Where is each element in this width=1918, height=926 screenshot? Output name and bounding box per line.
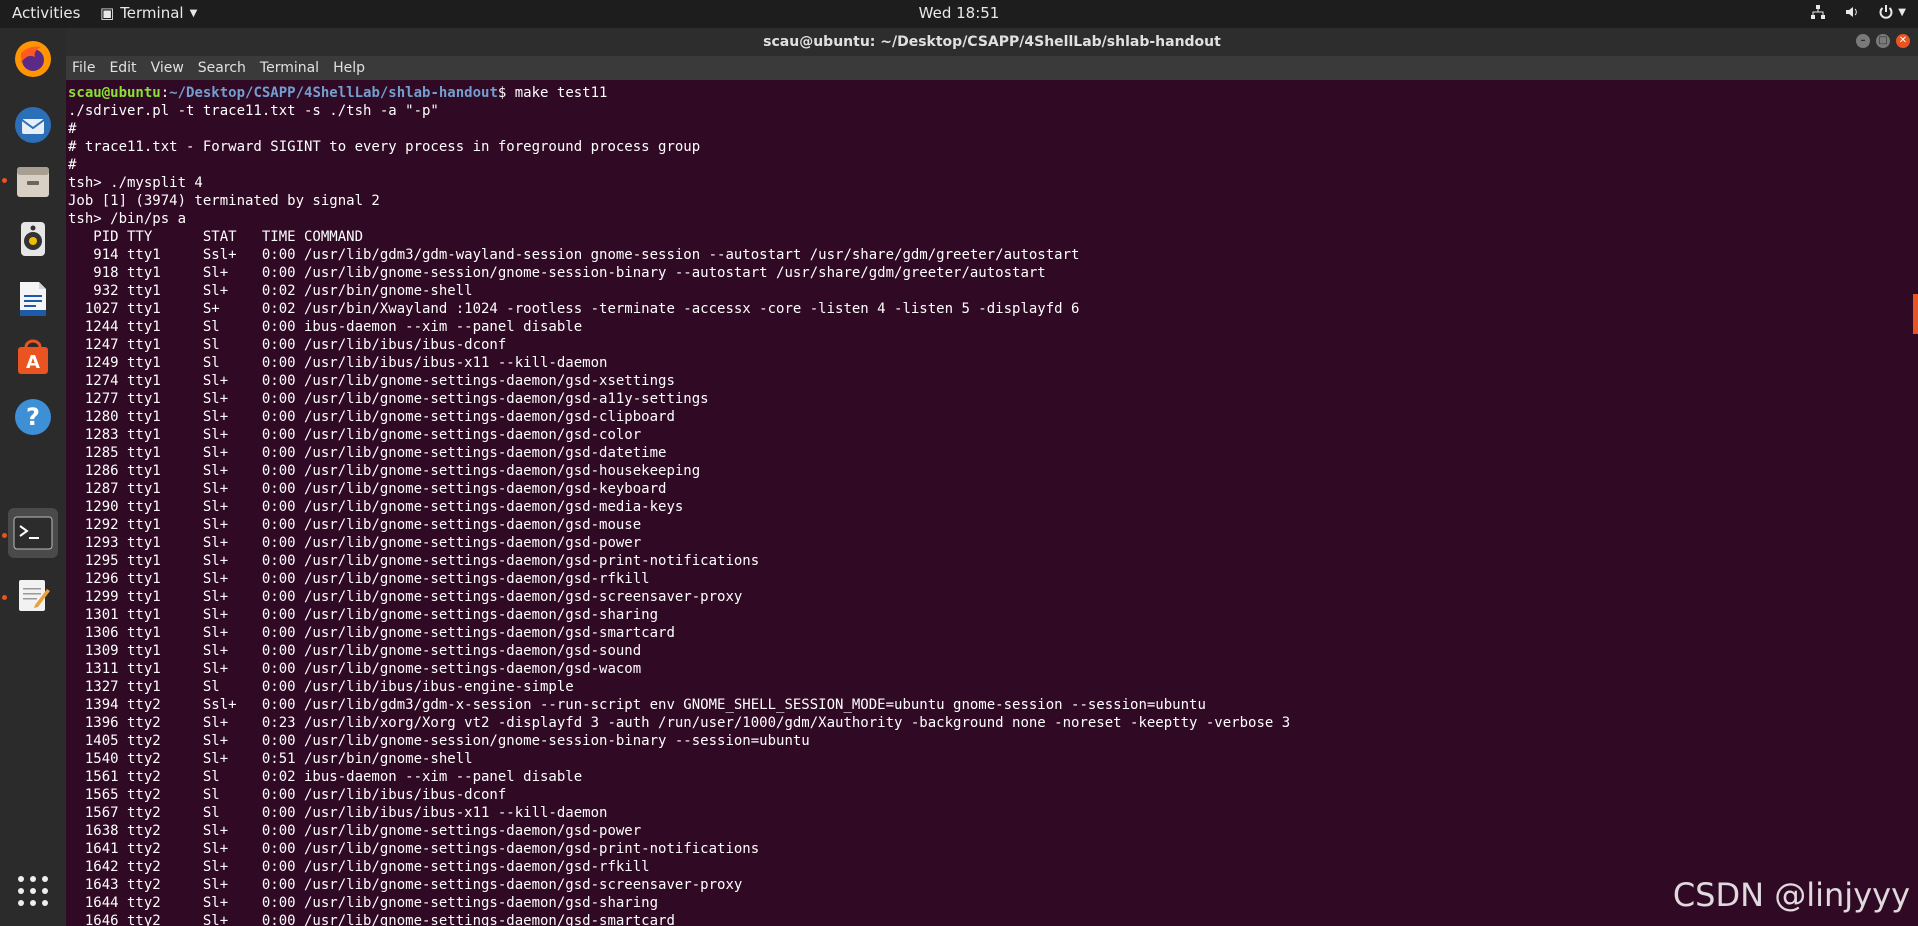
files-icon[interactable]: [8, 156, 58, 206]
running-indicator: [2, 533, 7, 538]
terminal-line: 1283 tty1 Sl+ 0:00 /usr/lib/gnome-settin…: [68, 427, 642, 443]
terminal-line: 1394 tty2 Ssl+ 0:00 /usr/lib/gdm3/gdm-x-…: [68, 697, 1206, 713]
prompt-command: make test11: [514, 85, 608, 101]
menu-bar: File Edit View Search Terminal Help: [66, 56, 1918, 80]
help-icon[interactable]: ?: [8, 392, 58, 442]
writer-icon[interactable]: [8, 274, 58, 324]
top-bar: Activities ▣ Terminal ▼ Wed 18:51 ▼: [0, 0, 1918, 28]
firefox-icon[interactable]: [8, 34, 58, 84]
terminal-line: #: [68, 121, 77, 137]
power-icon[interactable]: ▼: [1878, 4, 1906, 20]
clock[interactable]: Wed 18:51: [919, 4, 1000, 22]
terminal-line: 1311 tty1 Sl+ 0:00 /usr/lib/gnome-settin…: [68, 661, 642, 677]
watermark: CSDN @linjyyy: [1672, 876, 1910, 914]
terminal-line: 1295 tty1 Sl+ 0:00 /usr/lib/gnome-settin…: [68, 553, 760, 569]
terminal-window[interactable]: scau@ubuntu: ~/Desktop/CSAPP/4ShellLab/s…: [66, 28, 1918, 926]
terminal-line: 1299 tty1 Sl+ 0:00 /usr/lib/gnome-settin…: [68, 589, 743, 605]
volume-icon[interactable]: [1844, 4, 1860, 20]
window-titlebar[interactable]: scau@ubuntu: ~/Desktop/CSAPP/4ShellLab/s…: [66, 28, 1918, 56]
terminal-line: 1277 tty1 Sl+ 0:00 /usr/lib/gnome-settin…: [68, 391, 709, 407]
terminal-line: 914 tty1 Ssl+ 0:00 /usr/lib/gdm3/gdm-way…: [68, 247, 1080, 263]
terminal-line: 1293 tty1 Sl+ 0:00 /usr/lib/gnome-settin…: [68, 535, 642, 551]
prompt-line: scau@ubuntu:~/Desktop/CSAPP/4ShellLab/sh…: [68, 85, 608, 101]
prompt-user: scau@ubuntu: [68, 85, 161, 101]
running-indicator: [2, 595, 7, 600]
thunderbird-icon[interactable]: [8, 100, 58, 150]
maximize-button[interactable]: □: [1876, 34, 1890, 48]
rhythmbox-icon[interactable]: [8, 214, 58, 264]
terminal-line: tsh> ./mysplit 4: [68, 175, 203, 191]
terminal-line: 1292 tty1 Sl+ 0:00 /usr/lib/gnome-settin…: [68, 517, 642, 533]
terminal-line: 1638 tty2 Sl+ 0:00 /usr/lib/gnome-settin…: [68, 823, 642, 839]
terminal-line: 1641 tty2 Sl+ 0:00 /usr/lib/gnome-settin…: [68, 841, 760, 857]
software-icon[interactable]: A: [8, 332, 58, 382]
terminal-line: ./sdriver.pl -t trace11.txt -s ./tsh -a …: [68, 103, 439, 119]
terminal-output[interactable]: scau@ubuntu:~/Desktop/CSAPP/4ShellLab/sh…: [66, 80, 1918, 926]
terminal-line: 1643 tty2 Sl+ 0:00 /usr/lib/gnome-settin…: [68, 877, 743, 893]
network-icon[interactable]: [1810, 4, 1826, 20]
text-editor-icon[interactable]: [8, 570, 58, 620]
terminal-line: 1287 tty1 Sl+ 0:00 /usr/lib/gnome-settin…: [68, 481, 667, 497]
app-menu-button[interactable]: ▣ Terminal ▼: [100, 4, 197, 22]
scrollbar-indicator[interactable]: [1913, 294, 1918, 334]
terminal-line: 1644 tty2 Sl+ 0:00 /usr/lib/gnome-settin…: [68, 895, 659, 911]
menu-help[interactable]: Help: [333, 60, 365, 76]
minimize-button[interactable]: –: [1856, 34, 1870, 48]
terminal-line: 1561 tty2 Sl 0:02 ibus-daemon --xim --pa…: [68, 769, 583, 785]
terminal-line: 1405 tty2 Sl+ 0:00 /usr/lib/gnome-sessio…: [68, 733, 810, 749]
terminal-line: #: [68, 157, 77, 173]
terminal-line: 1027 tty1 S+ 0:02 /usr/bin/Xwayland :102…: [68, 301, 1080, 317]
chevron-down-icon: ▼: [1898, 6, 1906, 18]
terminal-line: 1280 tty1 Sl+ 0:00 /usr/lib/gnome-settin…: [68, 409, 675, 425]
running-indicator: [2, 178, 7, 183]
menu-edit[interactable]: Edit: [109, 60, 136, 76]
terminal-line: # trace11.txt - Forward SIGINT to every …: [68, 139, 701, 155]
app-menu-label: Terminal: [120, 4, 184, 22]
terminal-line: tsh> /bin/ps a: [68, 211, 187, 227]
terminal-line: 1247 tty1 Sl 0:00 /usr/lib/ibus/ibus-dco…: [68, 337, 507, 353]
menu-file[interactable]: File: [72, 60, 95, 76]
terminal-small-icon: ▣: [100, 4, 115, 22]
terminal-line: 1567 tty2 Sl 0:00 /usr/lib/ibus/ibus-x11…: [68, 805, 608, 821]
terminal-line: 1274 tty1 Sl+ 0:00 /usr/lib/gnome-settin…: [68, 373, 675, 389]
terminal-icon[interactable]: [8, 508, 58, 558]
window-title: scau@ubuntu: ~/Desktop/CSAPP/4ShellLab/s…: [763, 34, 1221, 50]
terminal-line: 932 tty1 Sl+ 0:02 /usr/bin/gnome-shell: [68, 283, 473, 299]
terminal-line: 1540 tty2 Sl+ 0:51 /usr/bin/gnome-shell: [68, 751, 473, 767]
terminal-line: 1301 tty1 Sl+ 0:00 /usr/lib/gnome-settin…: [68, 607, 659, 623]
terminal-line: 1642 tty2 Sl+ 0:00 /usr/lib/gnome-settin…: [68, 859, 650, 875]
terminal-line: 1327 tty1 Sl 0:00 /usr/lib/ibus/ibus-eng…: [68, 679, 574, 695]
terminal-line: Job [1] (3974) terminated by signal 2: [68, 193, 380, 209]
prompt-path: ~/Desktop/CSAPP/4ShellLab/shlab-handout: [169, 85, 498, 101]
terminal-line: 1306 tty1 Sl+ 0:00 /usr/lib/gnome-settin…: [68, 625, 675, 641]
terminal-line: 1296 tty1 Sl+ 0:00 /usr/lib/gnome-settin…: [68, 571, 650, 587]
menu-view[interactable]: View: [151, 60, 184, 76]
svg-text:?: ?: [26, 403, 40, 431]
dock: A ?: [0, 28, 66, 926]
system-tray[interactable]: ▼: [1810, 4, 1906, 20]
terminal-line: 1244 tty1 Sl 0:00 ibus-daemon --xim --pa…: [68, 319, 583, 335]
terminal-line: 1290 tty1 Sl+ 0:00 /usr/lib/gnome-settin…: [68, 499, 684, 515]
menu-search[interactable]: Search: [198, 60, 246, 76]
terminal-line: 1646 tty2 Sl+ 0:00 /usr/lib/gnome-settin…: [68, 913, 675, 926]
terminal-line: 1396 tty2 Sl+ 0:23 /usr/lib/xorg/Xorg vt…: [68, 715, 1291, 731]
chevron-down-icon: ▼: [189, 7, 198, 19]
terminal-line: 918 tty1 Sl+ 0:00 /usr/lib/gnome-session…: [68, 265, 1046, 281]
terminal-line: 1309 tty1 Sl+ 0:00 /usr/lib/gnome-settin…: [68, 643, 642, 659]
terminal-line: 1286 tty1 Sl+ 0:00 /usr/lib/gnome-settin…: [68, 463, 701, 479]
terminal-line: 1249 tty1 Sl 0:00 /usr/lib/ibus/ibus-x11…: [68, 355, 608, 371]
activities-button[interactable]: Activities: [12, 4, 80, 22]
menu-terminal[interactable]: Terminal: [260, 60, 319, 76]
svg-text:A: A: [26, 352, 40, 373]
show-applications-icon[interactable]: [8, 866, 58, 916]
terminal-line: PID TTY STAT TIME COMMAND: [68, 229, 364, 245]
terminal-line: 1285 tty1 Sl+ 0:00 /usr/lib/gnome-settin…: [68, 445, 667, 461]
close-button[interactable]: ✕: [1896, 34, 1910, 48]
terminal-line: 1565 tty2 Sl 0:00 /usr/lib/ibus/ibus-dco…: [68, 787, 507, 803]
